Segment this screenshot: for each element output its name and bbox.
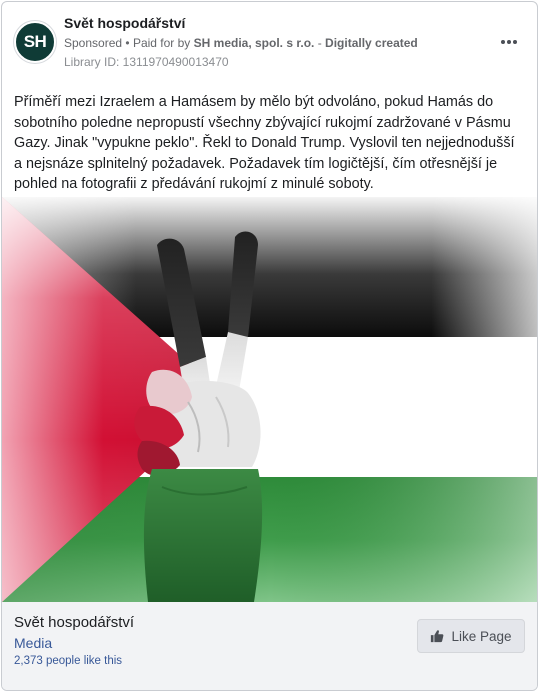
footer-like-count[interactable]: 2,373 people like this: [14, 655, 122, 667]
like-page-label: Like Page: [451, 628, 512, 644]
meta-separator: •: [125, 36, 130, 50]
avatar-initials: SH: [23, 32, 47, 51]
page-footer: Svět hospodářství Media 2,373 people lik…: [2, 602, 537, 690]
more-options-button[interactable]: [497, 32, 521, 52]
ad-card: SH Svět hospodářství Sponsored • Paid fo…: [1, 1, 538, 691]
page-name-link[interactable]: Svět hospodářství: [64, 15, 185, 31]
meta-dash: -: [317, 36, 322, 50]
paid-for-prefix: Paid for by: [132, 36, 191, 50]
sponsored-label: Sponsored: [64, 36, 123, 50]
sponsored-meta: Sponsored • Paid for by SH media, spol. …: [64, 36, 418, 50]
digitally-created-label: Digitally created: [325, 36, 418, 50]
more-options-icon-dot: [513, 40, 517, 44]
post-text: Příměří mezi Izraelem a Hamásem by mělo …: [14, 94, 515, 192]
footer-category[interactable]: Media: [14, 635, 52, 651]
footer-page-name[interactable]: Svět hospodářství: [14, 614, 134, 631]
flag-peace-hand-image: [2, 197, 537, 602]
more-options-icon: [501, 40, 505, 44]
paid-for-by: SH media, spol. s r.o.: [193, 36, 315, 50]
like-page-button[interactable]: Like Page: [417, 619, 525, 653]
page-avatar[interactable]: SH: [14, 21, 56, 63]
post-header: SH Svět hospodářství Sponsored • Paid fo…: [2, 2, 537, 82]
post-image[interactable]: [2, 197, 537, 602]
more-options-icon-dot: [507, 40, 511, 44]
library-id: Library ID: 1311970490013470: [64, 55, 229, 69]
thumbs-up-icon: [431, 630, 444, 643]
